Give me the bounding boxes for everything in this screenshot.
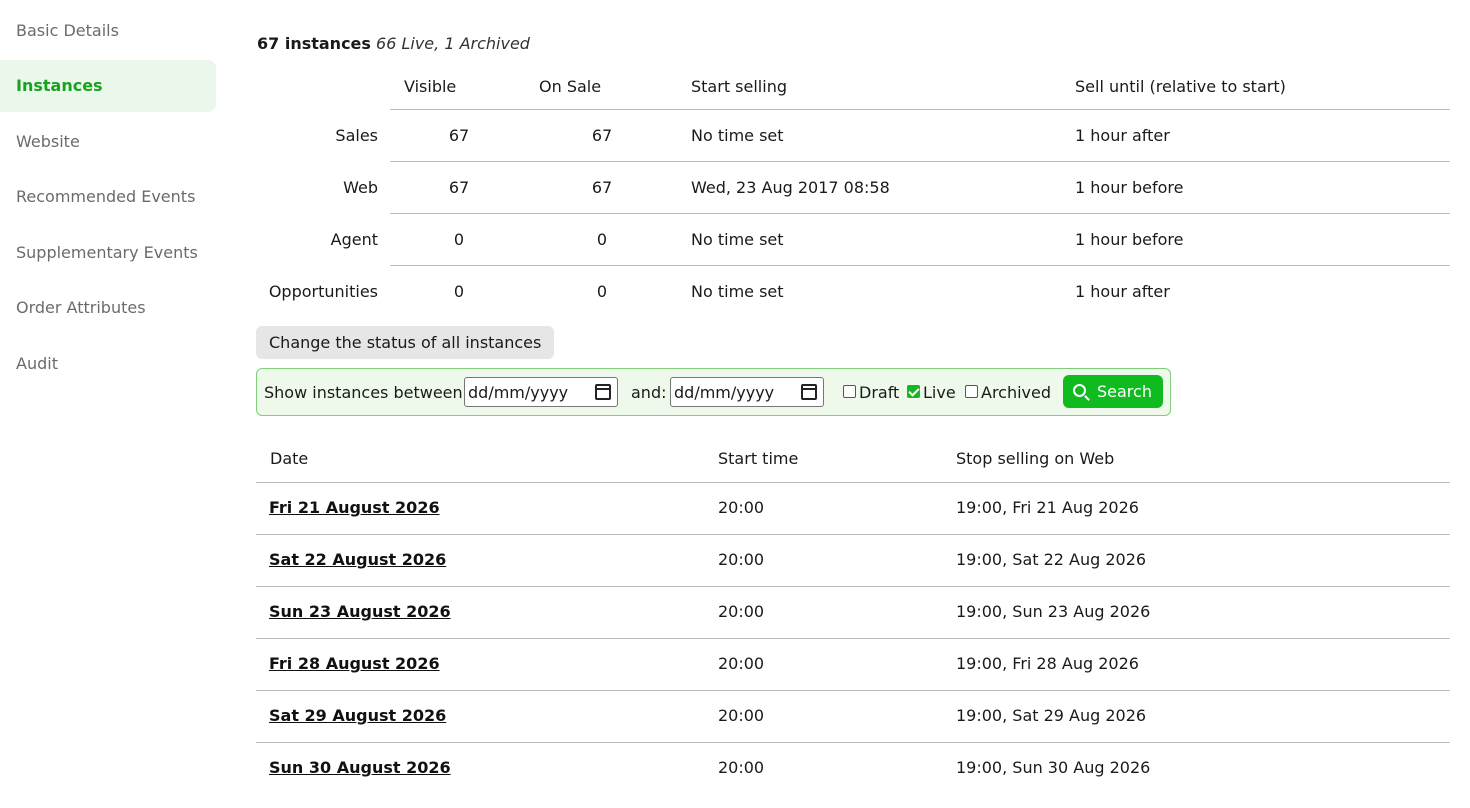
header-visible: Visible xyxy=(404,77,457,96)
draft-checkbox[interactable] xyxy=(843,385,856,398)
instance-filter-bar: Show instances between: dd/mm/yyyy and: … xyxy=(256,368,1171,416)
channel-row-opportunities: Opportunities 0 0 No time set 1 hour aft… xyxy=(256,266,1450,318)
sidebar-item-website[interactable]: Website xyxy=(0,115,216,167)
channel-name: Web xyxy=(343,178,378,197)
channel-sell-until: 1 hour before xyxy=(1075,230,1184,249)
sidebar-item-supplementary-events[interactable]: Supplementary Events xyxy=(0,226,216,278)
instance-date-link[interactable]: Sun 30 August 2026 xyxy=(269,758,451,777)
table-row: Fri 21 August 2026 20:00 19:00, Fri 21 A… xyxy=(256,483,1450,535)
channel-sell-until: 1 hour before xyxy=(1075,178,1184,197)
instance-start-time: 20:00 xyxy=(718,706,765,725)
to-date-placeholder: dd/mm/yyyy xyxy=(674,382,775,402)
table-row: Sat 29 August 2026 20:00 19:00, Sat 29 A… xyxy=(256,691,1450,743)
channel-start-selling: No time set xyxy=(691,126,784,145)
sidebar-item-instances[interactable]: Instances xyxy=(0,59,216,112)
channel-on-sale: 67 xyxy=(591,126,613,145)
instance-date-link[interactable]: Sun 23 August 2026 xyxy=(269,602,451,621)
search-button-label: Search xyxy=(1097,382,1152,401)
between-label: Show instances between: xyxy=(264,383,469,402)
live-checkbox[interactable] xyxy=(907,385,920,398)
channel-sell-until: 1 hour after xyxy=(1075,126,1170,145)
instance-start-time: 20:00 xyxy=(718,602,765,621)
channel-on-sale: 67 xyxy=(591,178,613,197)
calendar-icon[interactable] xyxy=(595,384,611,400)
instance-date-link[interactable]: Sat 29 August 2026 xyxy=(269,706,446,725)
from-date-input[interactable]: dd/mm/yyyy xyxy=(464,377,618,407)
instance-stop-selling: 19:00, Sat 29 Aug 2026 xyxy=(956,706,1147,725)
archived-label: Archived xyxy=(981,383,1052,402)
instances-summary: 67 instances 66 Live, 1 Archived xyxy=(257,34,530,53)
header-on-sale: On Sale xyxy=(539,77,602,96)
channel-sell-until: 1 hour after xyxy=(1075,282,1170,301)
header-stop-selling: Stop selling on Web xyxy=(956,449,1115,468)
sidebar-item-order-attributes[interactable]: Order Attributes xyxy=(0,282,216,334)
table-row: Sun 23 August 2026 20:00 19:00, Sun 23 A… xyxy=(256,587,1450,639)
instance-stop-selling: 19:00, Sat 22 Aug 2026 xyxy=(956,550,1147,569)
header-sell-until: Sell until (relative to start) xyxy=(1075,77,1286,96)
instance-start-time: 20:00 xyxy=(718,550,765,569)
change-status-all-button[interactable]: Change the status of all instances xyxy=(256,326,555,359)
table-row: Fri 28 August 2026 20:00 19:00, Fri 28 A… xyxy=(256,639,1450,691)
header-start-selling: Start selling xyxy=(691,77,787,96)
channel-start-selling: No time set xyxy=(691,230,784,249)
sidebar-item-audit[interactable]: Audit xyxy=(0,337,216,389)
instances-table-header: Date Start time Stop selling on Web xyxy=(256,434,1450,483)
sidebar-item-basic-details[interactable]: Basic Details xyxy=(0,4,216,56)
channel-row-sales: Sales 67 67 No time set 1 hour after xyxy=(256,110,1450,162)
channel-visible: 67 xyxy=(448,178,470,197)
draft-label: Draft xyxy=(859,383,900,402)
channel-visible: 67 xyxy=(448,126,470,145)
channel-on-sale: 0 xyxy=(596,230,608,249)
channel-start-selling: Wed, 23 Aug 2017 08:58 xyxy=(691,178,890,197)
table-row: Sat 22 August 2026 20:00 19:00, Sat 22 A… xyxy=(256,535,1450,587)
instance-stop-selling: 19:00, Fri 21 Aug 2026 xyxy=(956,498,1139,517)
instance-stop-selling: 19:00, Sun 23 Aug 2026 xyxy=(956,602,1151,621)
to-date-input[interactable]: dd/mm/yyyy xyxy=(670,377,824,407)
channel-table-header: Visible On Sale Start selling Sell until… xyxy=(390,62,1450,110)
channel-on-sale: 0 xyxy=(596,282,608,301)
instance-stop-selling: 19:00, Sun 30 Aug 2026 xyxy=(956,758,1151,777)
instance-date-link[interactable]: Fri 21 August 2026 xyxy=(269,498,440,517)
sidebar-item-recommended-events[interactable]: Recommended Events xyxy=(0,171,216,223)
instance-start-time: 20:00 xyxy=(718,498,765,517)
channel-row-web: Web 67 67 Wed, 23 Aug 2017 08:58 1 hour … xyxy=(256,162,1450,214)
channel-name: Agent xyxy=(330,230,378,249)
channel-name: Opportunities xyxy=(268,282,378,301)
header-date: Date xyxy=(270,449,309,468)
search-icon xyxy=(1073,384,1086,397)
instance-count: 67 instances xyxy=(257,34,371,53)
instance-status-breakdown: 66 Live, 1 Archived xyxy=(376,34,530,53)
from-date-placeholder: dd/mm/yyyy xyxy=(468,382,569,402)
search-button[interactable]: Search xyxy=(1063,375,1163,408)
instance-start-time: 20:00 xyxy=(718,758,765,777)
channel-visible: 0 xyxy=(453,230,465,249)
channel-start-selling: No time set xyxy=(691,282,784,301)
live-label: Live xyxy=(923,383,956,402)
header-start-time: Start time xyxy=(718,449,799,468)
instance-date-link[interactable]: Sat 22 August 2026 xyxy=(269,550,446,569)
instance-start-time: 20:00 xyxy=(718,654,765,673)
and-label: and: xyxy=(631,383,667,402)
channel-row-agent: Agent 0 0 No time set 1 hour before xyxy=(256,214,1450,266)
channel-visible: 0 xyxy=(453,282,465,301)
archived-checkbox[interactable] xyxy=(965,385,978,398)
channel-name: Sales xyxy=(335,126,378,145)
sidebar: Basic Details Instances Website Recommen… xyxy=(0,4,216,393)
instance-date-link[interactable]: Fri 28 August 2026 xyxy=(269,654,440,673)
calendar-icon[interactable] xyxy=(801,384,817,400)
instance-stop-selling: 19:00, Fri 28 Aug 2026 xyxy=(956,654,1139,673)
table-row: Sun 30 August 2026 20:00 19:00, Sun 30 A… xyxy=(256,743,1450,795)
